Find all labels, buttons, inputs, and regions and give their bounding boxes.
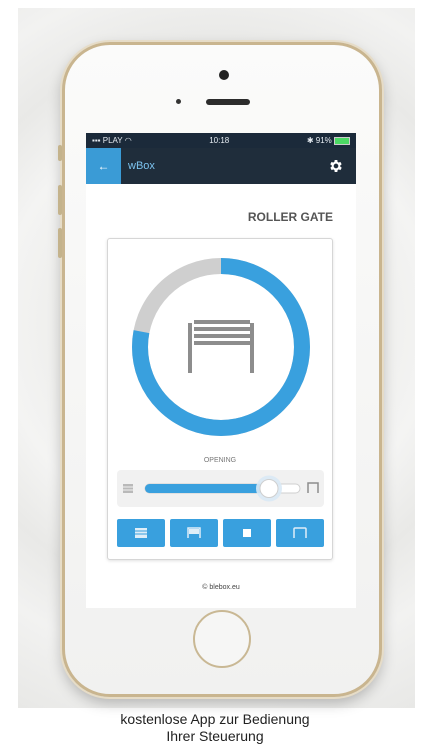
app-title: wBox xyxy=(128,160,155,172)
gate-open-small-icon xyxy=(307,482,319,493)
carrier-label: PLAY xyxy=(102,136,123,145)
mute-switch xyxy=(58,145,62,161)
signal-icon: ▪▪▪ xyxy=(92,136,101,145)
gate-open-icon xyxy=(293,527,307,538)
app-bar: ← wBox xyxy=(86,148,356,184)
bluetooth-icon: ✱ xyxy=(306,136,314,145)
footer-credit[interactable]: © blebox.eu xyxy=(86,584,356,591)
roller-gate-icon xyxy=(188,320,254,373)
mode-button-open[interactable] xyxy=(276,519,324,547)
mode-button-close[interactable] xyxy=(117,519,165,547)
back-arrow-icon: ← xyxy=(97,159,110,173)
phone-screen: ▪▪▪ PLAY ◠ 10:18 ✱ 91% ← wBox ROLLER GAT… xyxy=(86,133,356,608)
gate-control-card: OPENING xyxy=(107,238,333,560)
clock: 10:18 xyxy=(209,136,230,145)
caption-line-1: kostenlose App zur Bedienung xyxy=(120,711,310,727)
mode-button-stop[interactable] xyxy=(223,519,271,547)
carrier-group: ▪▪▪ PLAY ◠ xyxy=(92,136,132,145)
status-bar: ▪▪▪ PLAY ◠ 10:18 ✱ 91% xyxy=(86,133,356,148)
mode-button-partial[interactable] xyxy=(170,519,218,547)
position-ring xyxy=(130,256,312,438)
gate-half-icon xyxy=(187,527,201,538)
gate-closed-icon xyxy=(135,528,147,538)
device-title: ROLLER GATE xyxy=(247,210,333,224)
slider-fill xyxy=(145,484,269,493)
battery-icon xyxy=(334,136,350,145)
home-button[interactable] xyxy=(193,610,251,668)
front-camera xyxy=(219,70,229,80)
back-button[interactable]: ← xyxy=(86,148,121,184)
slider-thumb[interactable] xyxy=(256,475,282,502)
gear-icon[interactable] xyxy=(328,158,344,174)
caption: kostenlose App zur Bedienung Ihrer Steue… xyxy=(0,711,430,745)
caption-line-2: Ihrer Steuerung xyxy=(166,728,264,744)
position-slider-panel xyxy=(117,470,324,507)
volume-up-button xyxy=(58,185,62,215)
stop-icon xyxy=(243,529,251,537)
state-label: OPENING xyxy=(203,457,237,464)
battery-percent: 91% xyxy=(315,136,332,145)
gate-closed-small-icon xyxy=(123,484,133,493)
mode-buttons xyxy=(117,519,324,549)
status-right-group: ✱ 91% xyxy=(307,136,350,145)
volume-down-button xyxy=(58,228,62,258)
proximity-sensor xyxy=(176,99,181,104)
wifi-icon: ◠ xyxy=(124,136,132,145)
earpiece-speaker xyxy=(206,99,250,105)
